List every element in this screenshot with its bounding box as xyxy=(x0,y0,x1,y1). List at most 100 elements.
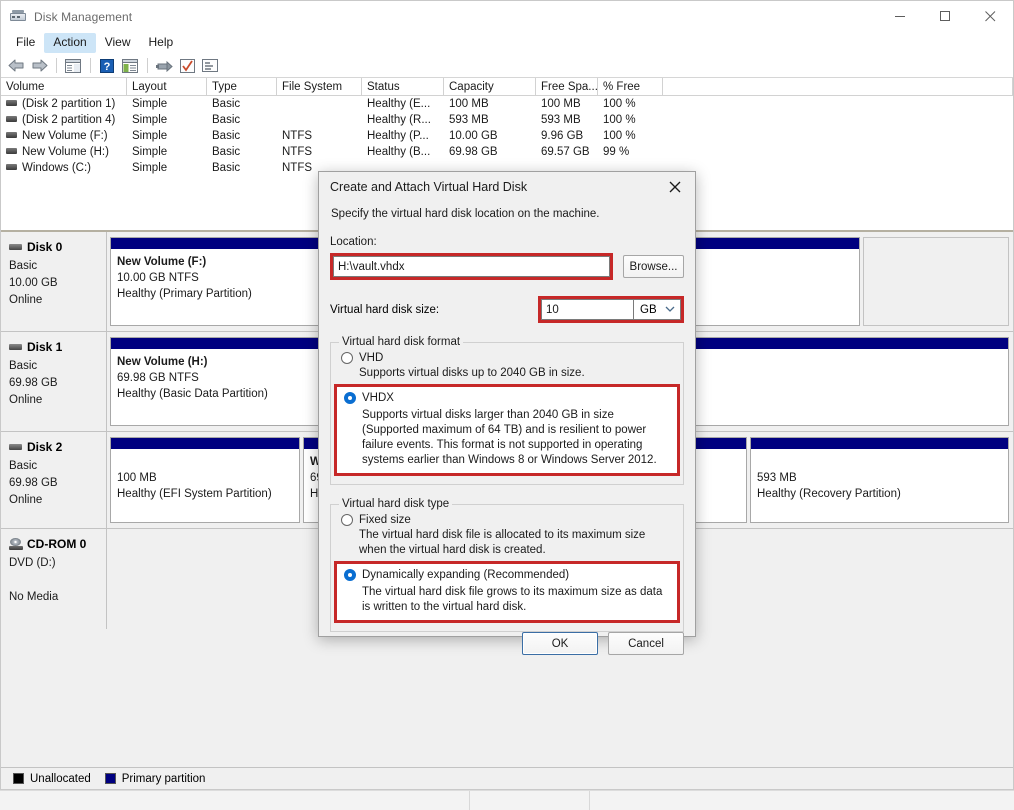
volume-icon xyxy=(6,116,17,122)
disk-info-cdrom-0[interactable]: CD-ROM 0 DVD (D:) No Media xyxy=(1,529,107,629)
taskbar xyxy=(0,790,1014,810)
maximize-button[interactable] xyxy=(923,1,968,32)
radio-option-vhd[interactable]: VHD xyxy=(341,352,675,364)
legend-item-primary-partition: Primary partition xyxy=(105,773,206,785)
toolbar-separator xyxy=(56,58,57,73)
size-input[interactable] xyxy=(541,299,633,320)
column-header-capacity[interactable]: Capacity xyxy=(444,78,536,95)
cell-status: Healthy (P... xyxy=(362,128,444,144)
radio-option-dynamic[interactable]: Dynamically expanding (Recommended) xyxy=(344,569,672,581)
legend-swatch-unallocated xyxy=(13,773,24,784)
dialog-footer: OK Cancel xyxy=(319,632,695,665)
radio-vhd-icon[interactable] xyxy=(341,352,353,364)
toolbar: ? xyxy=(1,54,1013,78)
radio-fixed-size-icon[interactable] xyxy=(341,514,353,526)
table-row[interactable]: New Volume (H:) Simple Basic NTFS Health… xyxy=(1,144,1013,160)
close-button[interactable] xyxy=(968,1,1013,32)
menu-bar: File Action View Help xyxy=(1,32,1013,54)
command-list-icon[interactable] xyxy=(199,56,221,76)
cell-percent-free: 100 % xyxy=(598,128,663,144)
partition-block[interactable]: 100 MB Healthy (EFI System Partition) xyxy=(110,437,300,523)
unallocated-space xyxy=(863,237,1009,326)
cell-capacity: 69.98 GB xyxy=(444,144,536,160)
radio-dynamic-label: Dynamically expanding (Recommended) xyxy=(362,569,569,581)
cancel-button[interactable]: Cancel xyxy=(608,632,684,655)
radio-option-fixed-size[interactable]: Fixed size xyxy=(341,514,675,526)
cell-volume-label: New Volume (H:) xyxy=(22,146,109,158)
table-row[interactable]: (Disk 2 partition 1) Simple Basic Health… xyxy=(1,96,1013,112)
cell-free-space: 69.57 GB xyxy=(536,144,598,160)
column-header-volume[interactable]: Volume xyxy=(1,78,127,95)
back-arrow-icon[interactable] xyxy=(5,56,27,76)
volume-list-header: Volume Layout Type File System Status Ca… xyxy=(1,78,1013,96)
taskbar-segment-left xyxy=(0,791,470,810)
menu-action[interactable]: Action xyxy=(44,33,95,53)
radio-vhdx-description: Supports virtual disks larger than 2040 … xyxy=(362,408,672,468)
disk-management-icon xyxy=(10,9,26,25)
disk-title: CD-ROM 0 xyxy=(9,537,106,551)
column-header-file-system[interactable]: File System xyxy=(277,78,362,95)
size-unit-select[interactable]: GB xyxy=(633,299,681,320)
cell-capacity: 100 MB xyxy=(444,96,536,112)
ok-button[interactable]: OK xyxy=(522,632,598,655)
column-header-status[interactable]: Status xyxy=(362,78,444,95)
disk-info-disk-0[interactable]: Disk 0 Basic 10.00 GB Online xyxy=(1,232,107,331)
disk-info-disk-2[interactable]: Disk 2 Basic 69.98 GB Online xyxy=(1,432,107,528)
legend-label-primary-partition: Primary partition xyxy=(122,773,206,785)
format-group: Virtual hard disk format VHD Supports vi… xyxy=(330,336,684,485)
disk-title: Disk 2 xyxy=(9,440,106,454)
menu-file[interactable]: File xyxy=(7,33,44,53)
size-row: Virtual hard disk size: GB xyxy=(330,296,684,323)
legend-label-unallocated: Unallocated xyxy=(30,773,91,785)
disk-size-label: 10.00 GB xyxy=(9,275,106,292)
radio-dynamic-icon[interactable] xyxy=(344,569,356,581)
checkmark-icon[interactable] xyxy=(176,56,198,76)
cell-type: Basic xyxy=(207,160,277,176)
table-row[interactable]: (Disk 2 partition 4) Simple Basic Health… xyxy=(1,112,1013,128)
disk-name-label: Disk 2 xyxy=(27,440,62,454)
table-row[interactable]: New Volume (F:) Simple Basic NTFS Health… xyxy=(1,128,1013,144)
location-label: Location: xyxy=(330,236,684,248)
cell-type: Basic xyxy=(207,112,277,128)
dialog-body: Specify the virtual hard disk location o… xyxy=(319,202,695,632)
dialog-close-button[interactable] xyxy=(655,172,695,202)
disk-size-label xyxy=(9,572,106,589)
show-hide-console-tree-icon[interactable] xyxy=(62,56,84,76)
disk-icon xyxy=(9,444,22,450)
cell-volume-label: (Disk 2 partition 1) xyxy=(22,98,115,110)
radio-vhd-label: VHD xyxy=(359,352,383,364)
format-group-legend: Virtual hard disk format xyxy=(339,336,463,348)
location-input[interactable] xyxy=(333,256,610,277)
forward-arrow-icon[interactable] xyxy=(28,56,50,76)
legend-item-unallocated: Unallocated xyxy=(13,773,91,785)
dialog-subtitle: Specify the virtual hard disk location o… xyxy=(331,208,684,220)
vhdx-highlight-region: VHDX Supports virtual disks larger than … xyxy=(334,384,680,476)
volume-icon xyxy=(6,132,17,138)
radio-option-vhdx[interactable]: VHDX xyxy=(344,392,672,404)
taskbar-segment-middle xyxy=(470,791,590,810)
menu-view[interactable]: View xyxy=(96,33,140,53)
disk-state-label: Online xyxy=(9,392,106,409)
column-header-type[interactable]: Type xyxy=(207,78,277,95)
column-header-percent-free[interactable]: % Free xyxy=(598,78,663,95)
radio-vhdx-icon[interactable] xyxy=(344,392,356,404)
disk-title: Disk 0 xyxy=(9,240,106,254)
help-icon[interactable]: ? xyxy=(96,56,118,76)
toolbar-separator xyxy=(147,58,148,73)
properties-icon[interactable] xyxy=(119,56,141,76)
volume-icon xyxy=(6,100,17,106)
cell-free-space: 9.96 GB xyxy=(536,128,598,144)
menu-help[interactable]: Help xyxy=(140,33,183,53)
disk-state-label: No Media xyxy=(9,589,106,606)
column-header-layout[interactable]: Layout xyxy=(127,78,207,95)
partition-block[interactable]: 593 MB Healthy (Recovery Partition) xyxy=(750,437,1009,523)
minimize-button[interactable] xyxy=(878,1,923,32)
column-header-free-space[interactable]: Free Spa... xyxy=(536,78,598,95)
partition-size: 100 MB xyxy=(117,470,293,486)
toolbar-separator xyxy=(90,58,91,73)
title-bar: Disk Management xyxy=(1,1,1013,32)
radio-fixed-size-description: The virtual hard disk file is allocated … xyxy=(359,528,675,558)
rescan-disks-icon[interactable] xyxy=(153,56,175,76)
browse-button[interactable]: Browse... xyxy=(623,255,684,278)
disk-info-disk-1[interactable]: Disk 1 Basic 69.98 GB Online xyxy=(1,332,107,431)
